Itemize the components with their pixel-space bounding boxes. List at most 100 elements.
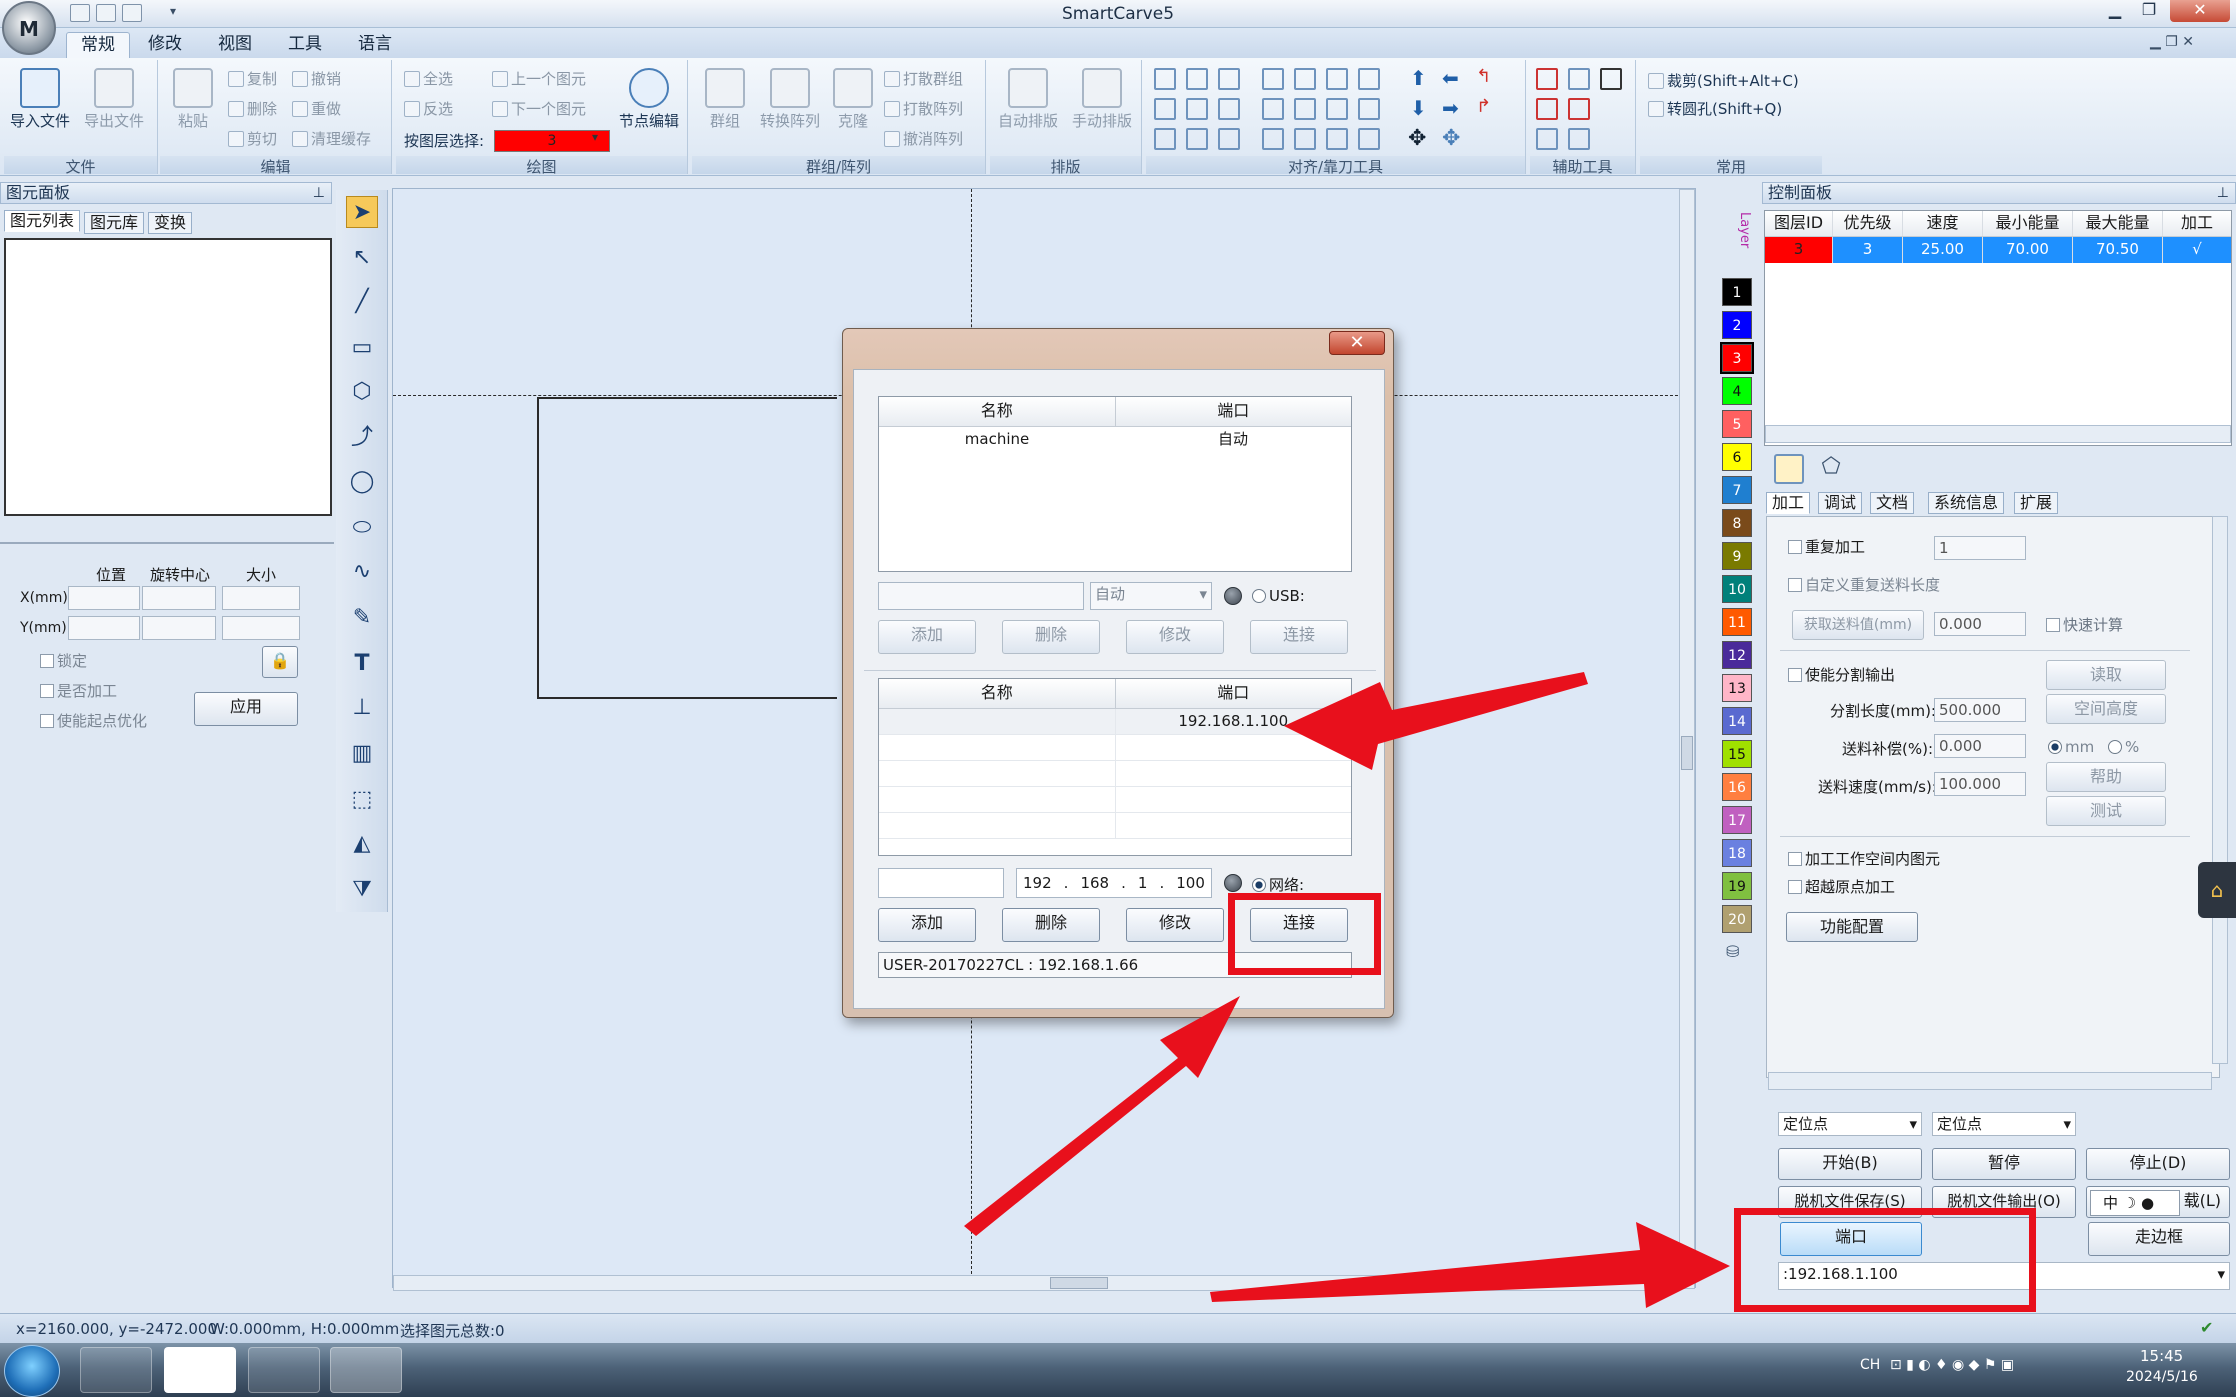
layer-14-button[interactable]: 14 [1722,707,1752,735]
clear-cache-button[interactable]: 清理缓存 [292,128,371,149]
tab-language[interactable]: 语言 [344,32,406,58]
undo-button[interactable]: 撤销 [292,68,341,89]
space-h-icon[interactable] [1326,128,1348,150]
ip-octet-1[interactable]: 192 [1023,869,1052,897]
layer-param-table[interactable]: 图层ID 优先级 速度 最小能量 最大能量 加工 3 3 25.00 70.00… [1764,210,2232,446]
ungroup-button[interactable]: 打散群组 [884,68,963,89]
network-radio-dot[interactable] [1252,878,1266,892]
smartcarve-taskbar-icon[interactable] [248,1347,320,1393]
pen-icon[interactable]: ✎ [346,602,378,634]
to-circle-button[interactable]: 转圆孔(Shift+Q) [1648,98,1782,119]
measure-icon[interactable]: ⊥ [346,692,378,724]
space-height-button[interactable]: 空间高度 [2046,694,2166,724]
bezier-icon[interactable]: ∿ [346,556,378,588]
feed-speed-input[interactable]: 100.000 [1934,772,2026,796]
align-tl-icon[interactable] [1154,68,1176,90]
same-height-icon[interactable] [1358,98,1380,120]
line-icon[interactable]: ╱ [346,286,378,318]
net-modify-button[interactable]: 修改 [1126,908,1224,942]
feed-comp-input[interactable]: 0.000 [1934,734,2026,758]
vscroll-thumb[interactable] [1681,736,1693,770]
mirror-h-icon[interactable]: ◭ [346,828,378,860]
aux-tool-2-icon[interactable] [1568,68,1590,90]
prev-element-button[interactable]: 上一个图元 [492,68,586,89]
corner2-icon[interactable]: ↱ [1476,96,1491,117]
mirror-v-icon[interactable]: ⧩ [346,874,378,906]
layer-6-button[interactable]: 6 [1722,443,1752,471]
layer-4-button[interactable]: 4 [1722,377,1752,405]
align-vcenter-icon[interactable] [1294,98,1316,120]
lock-checkbox[interactable]: 锁定 [40,650,87,671]
process-checkbox[interactable]: 是否加工 [40,680,117,701]
layer-2-button[interactable]: 2 [1722,311,1752,339]
apply-button[interactable]: 应用 [194,692,298,726]
curve-icon[interactable]: ⤴ [346,422,378,454]
process-hscroll[interactable] [1768,1072,2212,1090]
arrow-left-icon[interactable]: ⬅ [1442,66,1459,90]
cut-button[interactable]: 剪切 [228,128,277,149]
layer-20-button[interactable]: 20 [1722,905,1752,933]
layer-17-button[interactable]: 17 [1722,806,1752,834]
copy-button[interactable]: 复制 [228,68,277,89]
tab-system-info[interactable]: 系统信息 [1928,492,2005,514]
align-bc-icon[interactable] [1186,128,1208,150]
delete-button[interactable]: 删除 [228,98,277,119]
arrow-right-icon[interactable]: ➡ [1442,96,1459,120]
node-select-icon[interactable]: ↖ [346,242,378,274]
usb-name-input[interactable] [878,582,1084,610]
custom-feed-check[interactable] [1788,578,1802,592]
select-arrow-icon[interactable]: ➤ [346,196,378,228]
process-vscroll[interactable] [2212,516,2228,1064]
tray-icons[interactable]: ⊡ ▮ ◐ ♦ ◉ ◆ ⚑ ▣ [1890,1357,2014,1373]
manual-arrange-button[interactable]: 手动排版 [1066,68,1138,131]
aux-tool-4-icon[interactable] [1536,98,1558,120]
ime-bar[interactable]: 中 ☽ ● [2090,1190,2180,1216]
table-row[interactable]: machine 自动 [879,427,1351,453]
break-array-button[interactable]: 打散阵列 [884,98,963,119]
repeat-checkbox[interactable]: 重复加工 [1788,536,1865,557]
tab-transform[interactable]: 变换 [148,212,193,234]
rot-y-input[interactable] [142,616,216,640]
distribute-h-icon[interactable] [1262,128,1284,150]
feed-value-input[interactable]: 0.000 [1934,612,2026,636]
tab-debug[interactable]: 调试 [1818,492,1863,514]
usb-delete-button[interactable]: 删除 [1002,620,1100,654]
align-top-icon[interactable] [1262,68,1284,90]
tab-view[interactable]: 视图 [204,32,266,58]
stop-button[interactable]: 停止(D) [2086,1148,2230,1180]
canvas-hscroll[interactable] [393,1275,1679,1291]
split-output-check[interactable] [1788,668,1802,682]
aux-tool-5-icon[interactable] [1568,98,1590,120]
align-mr-icon[interactable] [1218,98,1240,120]
move-icon[interactable]: ✥ [1408,126,1426,151]
read-button[interactable]: 读取 [2046,660,2166,690]
pause-button[interactable]: 暂停 [1932,1148,2076,1180]
net-add-button[interactable]: 添加 [878,908,976,942]
grid-view-icon[interactable] [1774,454,1804,484]
shape-view-icon[interactable]: ⬠ [1816,454,1846,484]
table-row[interactable] [879,787,1351,813]
hscroll-thumb[interactable] [1050,1277,1108,1289]
clone-button[interactable]: 克隆 [828,68,878,131]
canvas-vscroll[interactable] [1679,189,1695,1289]
open-folder-icon[interactable] [96,4,116,22]
usb-connect-button[interactable]: 连接 [1250,620,1348,654]
pin-icon[interactable]: ⊥ [313,183,325,203]
layer-3-button[interactable]: 3 [1720,342,1754,374]
network-device-table[interactable]: 名称 端口 192.168.1.100 [878,678,1352,856]
layer-8-button[interactable]: 8 [1722,509,1752,537]
align-bottom-icon[interactable] [1262,98,1284,120]
layer-7-button[interactable]: 7 [1722,476,1752,504]
tab-process[interactable]: 加工 [1766,492,1811,514]
usb-port-select[interactable]: 自动 ▾ [1090,582,1212,610]
align-tr-icon[interactable] [1218,68,1240,90]
text-icon[interactable]: T [346,648,378,680]
process-check[interactable] [40,684,54,698]
pin-icon[interactable]: ⊥ [2217,183,2229,203]
ribbon-window-controls[interactable]: ▁ ❐ ✕ [2150,34,2194,50]
aux-tool-7-icon[interactable] [1568,128,1590,150]
save-icon[interactable] [122,4,142,22]
lock-check[interactable] [40,654,54,668]
tab-element-list[interactable]: 图元列表 [4,210,81,232]
fast-calc-checkbox[interactable]: 快速计算 [2046,614,2123,635]
